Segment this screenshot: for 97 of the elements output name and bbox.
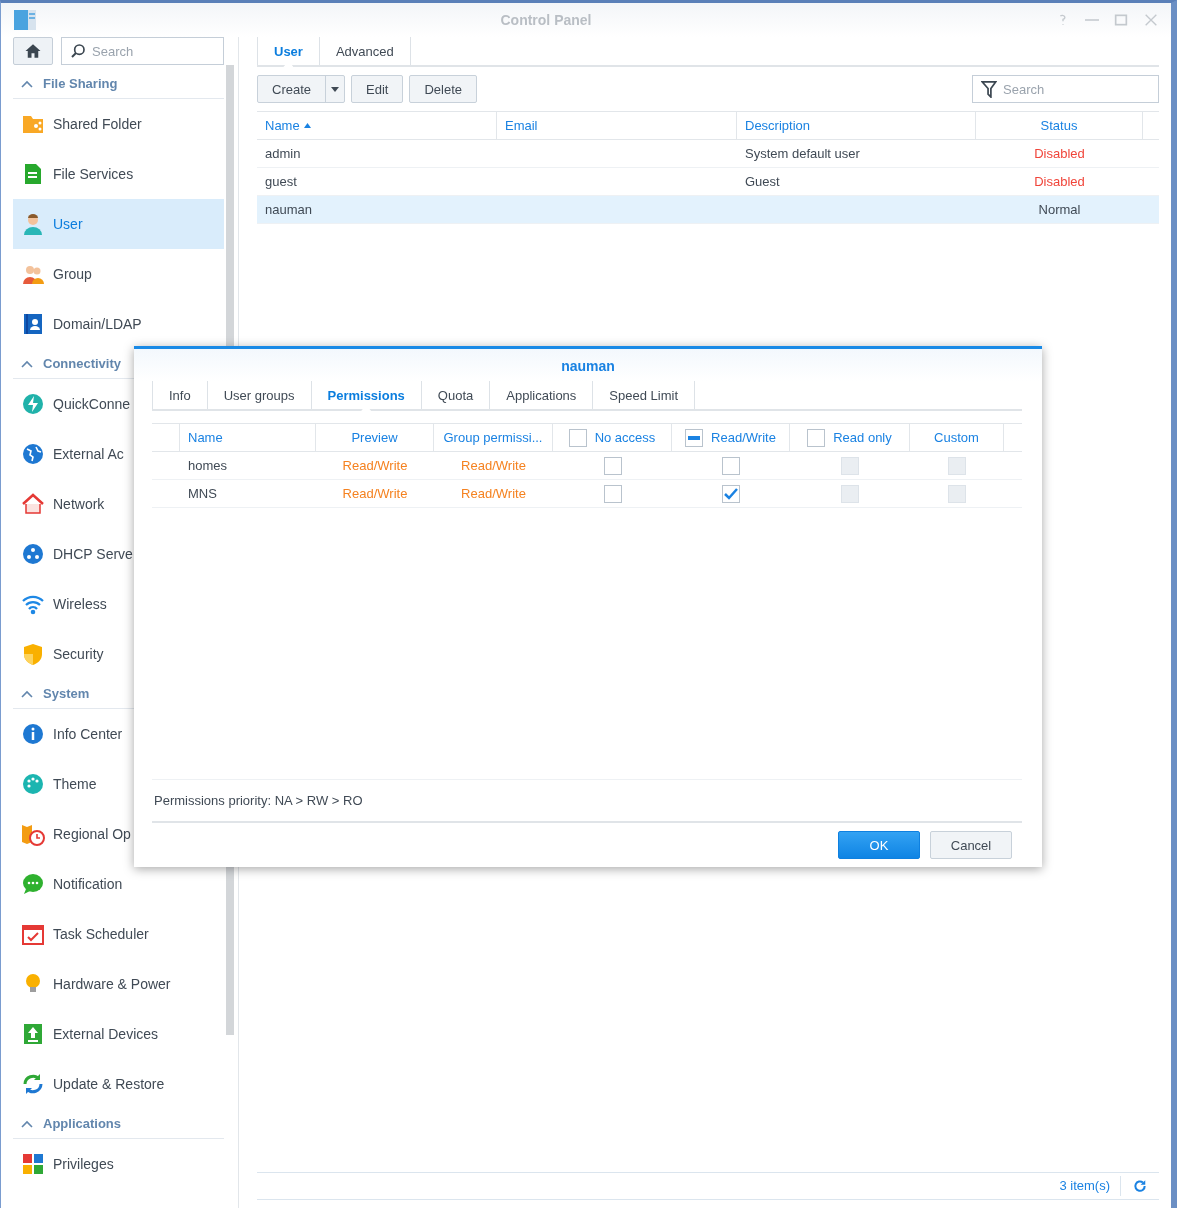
status-text: Disabled [1034, 146, 1085, 161]
checkbox[interactable] [722, 456, 740, 475]
table-cell-text: guest [264, 173, 298, 191]
bolt-icon [21, 392, 45, 416]
window-title: Control Panel [499, 12, 593, 28]
network-icon [21, 542, 45, 566]
tab[interactable]: Applications [490, 381, 594, 409]
home-icon [24, 42, 42, 60]
status-text: Normal [1038, 202, 1081, 217]
maximize-icon [1113, 12, 1129, 28]
item-count: 3 item(s) [1059, 1176, 1121, 1196]
tab[interactable]: Info [152, 381, 208, 409]
sidebar-item[interactable]: File Services [13, 149, 224, 199]
checkbox[interactable] [603, 456, 622, 475]
palette-icon [21, 772, 45, 796]
caret-icon [331, 86, 340, 92]
column-header: Group permissi... [434, 424, 553, 451]
search-field[interactable]: Search [972, 75, 1159, 103]
shield-icon [21, 642, 45, 666]
column-header: Read only [833, 430, 892, 445]
upload-icon [21, 1022, 45, 1046]
checkbox[interactable] [685, 428, 704, 447]
sidebar-item[interactable]: Shared Folder [13, 99, 224, 149]
app-icon [13, 8, 37, 32]
sidebar-item[interactable]: External Devices [13, 1009, 224, 1059]
table-cell-text: nauman [264, 201, 313, 219]
column-header[interactable]: Status [976, 112, 1143, 139]
status-text: Disabled [1034, 174, 1085, 189]
column-header[interactable]: Email [497, 112, 737, 139]
tab[interactable]: User [257, 37, 320, 65]
toolbar-button[interactable]: Delete [409, 75, 477, 103]
checkbox[interactable] [568, 428, 587, 447]
column-header: Name [180, 424, 316, 451]
refresh-button[interactable] [1131, 1177, 1149, 1195]
sidebar-item[interactable]: Privileges [13, 1139, 224, 1189]
sidebar-item[interactable]: DHCP Serve [13, 529, 224, 579]
close-icon [1143, 12, 1159, 28]
checkmark-icon [724, 487, 738, 500]
column-header: No access [594, 430, 656, 445]
globe-icon [21, 442, 45, 466]
table-cell-text: MNS [187, 485, 218, 503]
column-header[interactable]: Description [737, 112, 976, 139]
house-icon [21, 492, 45, 516]
sidebar-item[interactable]: Task Scheduler [13, 909, 224, 959]
chevron-icon [21, 359, 33, 368]
checkbox[interactable] [603, 484, 622, 503]
tab[interactable]: Quota [421, 381, 491, 409]
priority-note: Permissions priority: NA > RW > RO [152, 779, 1022, 823]
table-cell: Read/Write [461, 486, 526, 501]
section-header[interactable]: File Sharing [13, 69, 224, 99]
id-card-icon [21, 312, 45, 336]
info-icon [21, 722, 45, 746]
chevron-icon [21, 1119, 33, 1128]
search-field[interactable]: Search [61, 37, 224, 65]
section-header[interactable]: Applications [13, 1109, 224, 1139]
toolbar-button[interactable]: Edit [351, 75, 404, 103]
filter-icon [981, 81, 997, 98]
sidebar-item[interactable]: Hardware & Power [13, 959, 224, 1009]
table-cell: Read/Write [461, 458, 526, 473]
table-row[interactable]: nauman Normal [257, 196, 1159, 224]
table-cell-text: homes [187, 457, 229, 475]
calendar-icon [21, 922, 45, 946]
sidebar-item[interactable]: Notification [13, 859, 224, 909]
chevron-icon [21, 689, 33, 698]
search-icon [70, 43, 86, 59]
chevron-icon [21, 79, 33, 88]
checkbox[interactable] [807, 428, 826, 447]
table-cell: System default user [745, 146, 860, 161]
chat-icon [21, 872, 45, 896]
sidebar-item[interactable]: Info Center [13, 709, 224, 759]
table-cell: Read/Write [342, 486, 408, 501]
cancel-button[interactable]: Cancel [930, 831, 1012, 859]
sidebar-item[interactable]: Update & Restore [13, 1059, 224, 1109]
column-header[interactable]: Name [257, 112, 497, 139]
sidebar-item[interactable]: Domain/LDAP [13, 299, 224, 349]
sidebar-item[interactable]: Group [13, 249, 224, 299]
tab[interactable]: Advanced [319, 37, 411, 65]
refresh-icon [21, 1072, 45, 1096]
column-header: Preview [316, 424, 434, 451]
home-button[interactable] [13, 37, 53, 65]
dialog-title: nauman [134, 349, 1042, 381]
tab[interactable]: Speed Limit [593, 381, 695, 409]
tab[interactable]: Permissions [311, 381, 422, 409]
user-icon [21, 212, 45, 236]
tab[interactable]: User groups [207, 381, 312, 409]
checkbox[interactable] [722, 484, 740, 503]
sidebar-item[interactable]: Security [13, 629, 224, 679]
column-header: Custom [910, 424, 1004, 451]
table-cell-text: admin [264, 145, 302, 163]
sidebar-item[interactable]: User [13, 199, 224, 249]
column-header: Read/Write [711, 430, 776, 445]
table-cell: Read/Write [342, 458, 408, 473]
minimize-icon [1085, 19, 1099, 21]
table-cell: Guest [745, 174, 780, 189]
sidebar-item[interactable]: Wireless [13, 579, 224, 629]
map-clock-icon [21, 822, 45, 846]
grid-icon [21, 1152, 45, 1176]
